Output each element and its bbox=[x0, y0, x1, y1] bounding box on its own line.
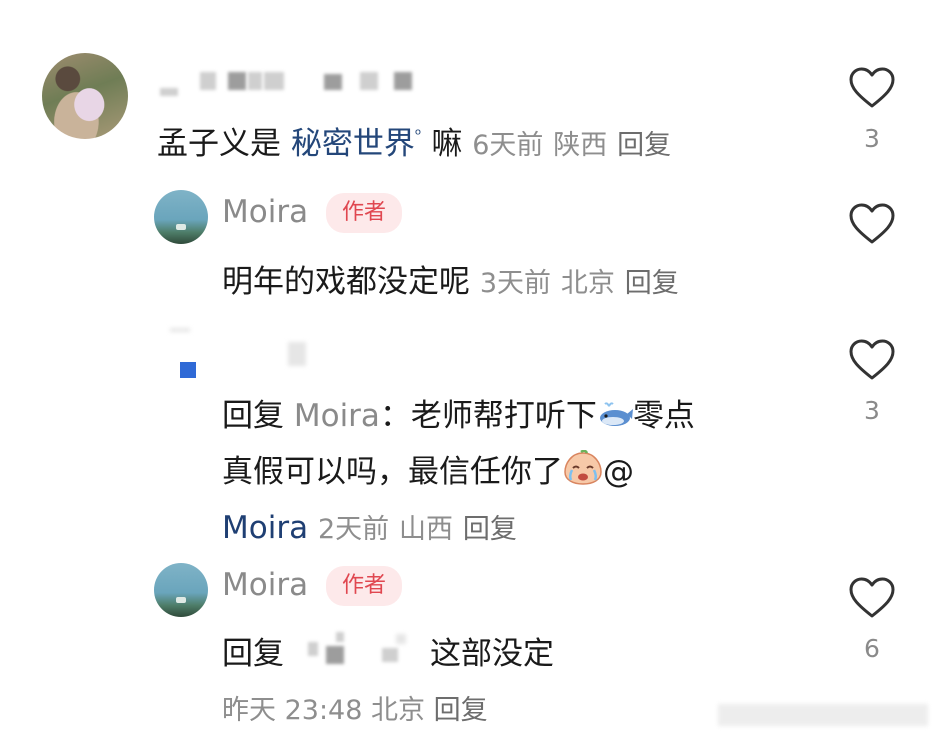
heart-outline-icon bbox=[849, 67, 895, 108]
like-button[interactable] bbox=[848, 576, 896, 620]
like-count: 3 bbox=[864, 396, 880, 425]
comment-text: 孟子义是 秘密世界ᵒ 嘛 6天前 陕西 回复 bbox=[157, 125, 672, 162]
avatar[interactable] bbox=[154, 563, 208, 617]
comment-text: 这部没定 bbox=[430, 636, 554, 672]
reply-button[interactable]: 回复 bbox=[463, 514, 517, 545]
comment-time: 6天前 bbox=[472, 130, 544, 161]
mention-redacted[interactable] bbox=[300, 628, 420, 668]
comment-location: 北京 bbox=[560, 268, 615, 299]
comment-meta: 昨天 23:48 北京 回复 bbox=[222, 688, 488, 727]
like-count: 3 bbox=[864, 124, 880, 153]
comment-location: 陕西 bbox=[553, 130, 608, 161]
comment-time: 3天前 bbox=[479, 268, 552, 299]
comment-text: 明年的戏都没定呢 3天前 北京 回复 bbox=[222, 264, 679, 300]
reply-button[interactable]: 回复 bbox=[617, 130, 671, 161]
like-button[interactable] bbox=[848, 338, 896, 382]
reply-button[interactable]: 回复 bbox=[434, 695, 488, 726]
author-badge: 作者 bbox=[326, 193, 403, 233]
watermark bbox=[718, 704, 928, 726]
comment-text: 回复 bbox=[222, 636, 284, 672]
username-redacted[interactable] bbox=[160, 70, 420, 100]
comment-time: 昨天 23:48 bbox=[222, 695, 363, 726]
comment-location: 山西 bbox=[398, 514, 453, 545]
topic-link[interactable]: 秘密世界ᵒ bbox=[291, 125, 422, 162]
comment-text: 回复 Moira：老师帮打听下 零点 真假可以吗，最信任你了 @ Moira 2… bbox=[222, 398, 695, 546]
author-badge: 作者 bbox=[326, 566, 403, 606]
reply-to-username[interactable]: Moira bbox=[294, 398, 380, 434]
comment-location: 北京 bbox=[371, 695, 425, 726]
avatar[interactable] bbox=[42, 53, 128, 139]
crying-emoji-icon bbox=[564, 450, 602, 485]
reply-button[interactable]: 回复 bbox=[625, 268, 679, 299]
heart-outline-icon bbox=[849, 577, 895, 618]
heart-outline-icon bbox=[849, 203, 895, 244]
comment-time: 2天前 bbox=[317, 514, 390, 545]
avatar[interactable] bbox=[154, 190, 208, 244]
username-redacted[interactable] bbox=[288, 342, 306, 366]
avatar-redacted[interactable] bbox=[160, 326, 220, 386]
search-icon: ᵒ bbox=[414, 125, 422, 144]
heart-outline-icon bbox=[849, 339, 895, 380]
like-button[interactable] bbox=[848, 66, 896, 110]
whale-emoji-icon bbox=[599, 402, 633, 426]
like-button[interactable] bbox=[848, 202, 896, 246]
mention-link[interactable]: Moira bbox=[222, 510, 308, 546]
like-count: 6 bbox=[864, 634, 880, 663]
username[interactable]: Moira bbox=[222, 194, 308, 230]
username[interactable]: Moira bbox=[222, 567, 308, 603]
